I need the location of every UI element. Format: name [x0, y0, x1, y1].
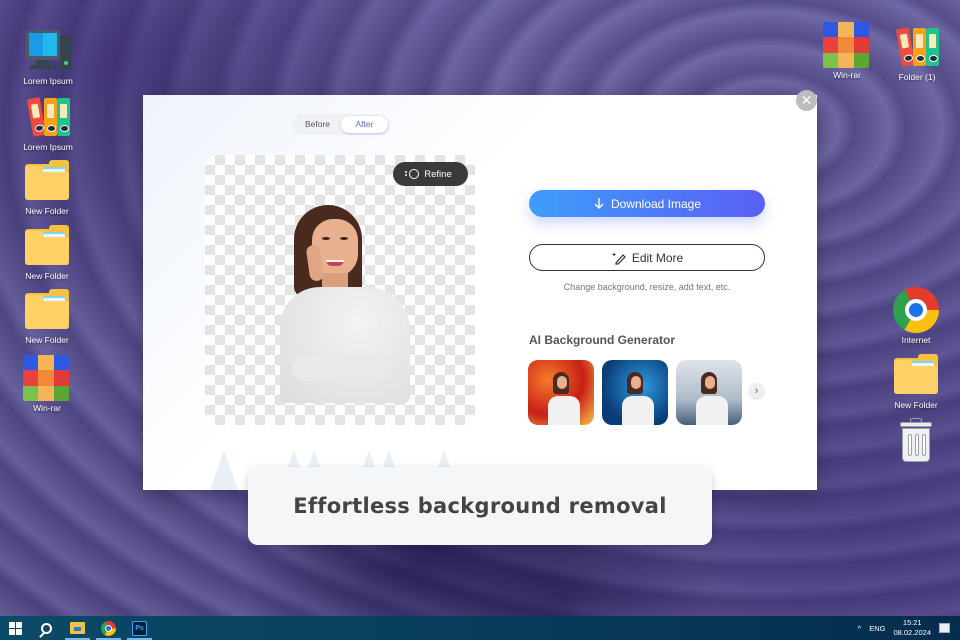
photoshop-icon: Ps [132, 620, 147, 636]
desktop-icon-binders[interactable]: Folder (1) [879, 24, 955, 82]
desktop-icon-internet[interactable]: Internet [878, 287, 954, 345]
desktop-icon-label: New Folder [25, 271, 69, 281]
download-image-button[interactable]: Download Image [529, 190, 765, 217]
taskbar-chrome[interactable] [93, 616, 124, 640]
desktop-icon-recycle-bin[interactable] [878, 418, 954, 464]
chrome-icon [892, 287, 940, 333]
taskbar-file-explorer[interactable] [62, 616, 93, 640]
toggle-before[interactable]: Before [294, 116, 341, 133]
start-button[interactable] [0, 616, 31, 640]
windows-icon [9, 621, 22, 635]
search-button[interactable] [31, 616, 62, 640]
refine-icon [405, 169, 420, 179]
clock[interactable]: 15:21 08.02.2024 [893, 618, 931, 638]
taskbar: Ps ^ ENG 15:21 08.02.2024 [0, 616, 960, 640]
search-icon [41, 622, 52, 634]
chrome-icon [101, 620, 116, 636]
thumbnail-snowy-mountain[interactable] [676, 360, 742, 425]
thumbnail-red-flowers[interactable] [528, 360, 594, 425]
desktop-icon-label: Win-rar [33, 403, 61, 413]
magic-pen-icon [612, 252, 626, 265]
desktop-icon-label: New Folder [894, 400, 938, 410]
desktop-icon-label: Internet [901, 335, 931, 345]
language-indicator[interactable]: ENG [869, 624, 885, 633]
desktop-icon-label: Folder (1) [898, 72, 936, 82]
close-button[interactable]: ✕ [796, 90, 817, 111]
folder-icon [892, 352, 940, 398]
file-explorer-icon [70, 622, 85, 634]
thumbnail-blue-space[interactable] [602, 360, 668, 425]
edit-more-label: Edit More [631, 250, 684, 265]
download-icon [594, 198, 604, 209]
edit-more-button[interactable]: Edit More [529, 244, 765, 271]
desktop-icon-winrar[interactable]: Win-rar [809, 22, 885, 80]
winrar-icon [23, 355, 71, 401]
next-thumbnails-button[interactable]: › [748, 383, 765, 400]
clock-date: 08.02.2024 [893, 628, 931, 637]
folder-icon [23, 287, 71, 333]
caption-banner: Effortless background removal [248, 467, 712, 545]
subject-cutout-image [272, 205, 412, 403]
tray-chevron-icon[interactable]: ^ [858, 624, 862, 633]
desktop-icon-computer[interactable]: Lorem Ipsum [10, 28, 86, 86]
taskbar-photoshop[interactable]: Ps [124, 616, 155, 640]
refine-button[interactable]: Refine [393, 162, 468, 186]
desktop-icon-folder[interactable]: New Folder [9, 158, 85, 216]
desktop-icon-winrar[interactable]: Win-rar [9, 355, 85, 413]
desktop-icon-folder[interactable]: New Folder [9, 223, 85, 281]
system-tray: ^ ENG 15:21 08.02.2024 [858, 618, 960, 638]
edit-hint-text: Change background, resize, add text, etc… [563, 282, 731, 292]
download-label: Download Image [610, 196, 702, 211]
desktop-icon-label: Lorem Ipsum [23, 76, 73, 86]
before-after-toggle: Before After [292, 114, 390, 135]
folder-icon [23, 223, 71, 269]
desktop-icon-label: New Folder [25, 206, 69, 216]
folder-icon [23, 158, 71, 204]
desktop-icon-folder[interactable]: New Folder [9, 287, 85, 345]
computer-icon [24, 28, 72, 74]
trash-icon [892, 418, 940, 464]
binders-icon [893, 24, 941, 70]
desktop-icon-label: Lorem Ipsum [23, 142, 73, 152]
ai-background-thumbnails [528, 360, 742, 425]
refine-label: Refine [424, 168, 452, 180]
desktop-icon-binders[interactable]: Lorem Ipsum [10, 94, 86, 152]
clock-time: 15:21 [902, 618, 922, 627]
desktop-icon-label: New Folder [25, 335, 69, 345]
notification-icon[interactable] [939, 623, 950, 633]
winrar-icon [823, 22, 871, 68]
toggle-after[interactable]: After [341, 116, 388, 133]
ai-background-title: AI Background Generator [529, 333, 676, 347]
desktop-icon-label: Win-rar [833, 70, 861, 80]
desktop-icon-folder[interactable]: New Folder [878, 352, 954, 410]
binders-icon [24, 94, 72, 140]
